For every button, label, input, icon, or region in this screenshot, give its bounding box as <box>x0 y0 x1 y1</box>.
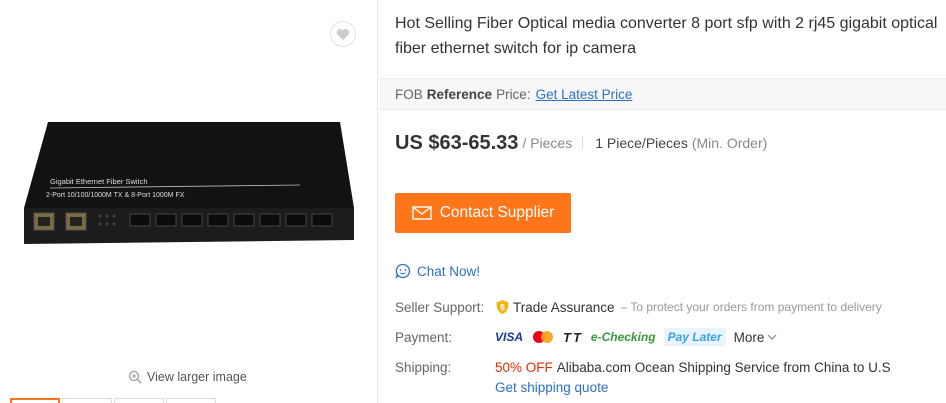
thumbnail[interactable] <box>62 398 112 403</box>
pay-later-icon: Pay Later <box>663 328 726 346</box>
visa-icon: VISA <box>495 330 524 344</box>
fob-label: FOB <box>395 86 423 102</box>
min-order-value: 1 Piece/Pieces <box>595 135 688 151</box>
reference-label: Reference <box>426 86 493 102</box>
e-checking-icon: e-Checking <box>590 330 656 344</box>
reference-price-bar: FOB Reference Price: Get Latest Price <box>379 78 946 110</box>
payment-label: Payment: <box>395 329 453 345</box>
more-label: More <box>733 329 765 345</box>
trade-assurance-label[interactable]: Trade Assurance <box>513 300 615 315</box>
price-value: US $63-65.33 <box>395 131 519 154</box>
heart-icon <box>336 28 350 40</box>
shipping-label: Shipping: <box>395 359 452 375</box>
trade-assurance-note: – To protect your orders from payment to… <box>620 300 882 314</box>
chevron-down-icon <box>767 334 777 340</box>
discount-badge: 50% OFF <box>495 359 553 375</box>
price-row: US $63-65.33 / Pieces 1 Piece/Pieces (Mi… <box>395 128 767 158</box>
image-label-line2: 2-Port 10/100/1000M TX & 8-Port 1000M FX <box>46 192 185 199</box>
price-unit: / Pieces <box>522 135 573 151</box>
min-order-note: (Min. Order) <box>691 135 768 151</box>
thumbnail[interactable] <box>114 398 164 403</box>
tt-icon: TT <box>563 329 583 345</box>
more-payment-button[interactable]: More <box>734 330 779 345</box>
thumbnail-strip <box>10 398 216 403</box>
chat-now-link[interactable]: Chat Now! <box>395 261 480 281</box>
product-page: Gigabit Ethernet Fiber Switch 2-Port 10/… <box>0 0 946 403</box>
trade-assurance-icon: $ <box>496 300 509 314</box>
view-larger-label: View larger image <box>147 370 247 384</box>
product-image[interactable]: Gigabit Ethernet Fiber Switch 2-Port 10/… <box>20 118 360 248</box>
image-gallery: Gigabit Ethernet Fiber Switch 2-Port 10/… <box>0 0 378 403</box>
chat-icon <box>395 263 411 279</box>
mastercard-icon <box>531 328 555 346</box>
contact-supplier-label: Contact Supplier <box>439 204 555 221</box>
shipping-row: Shipping: 50% OFF Alibaba.com Ocean Ship… <box>395 357 891 377</box>
envelope-icon <box>412 206 432 220</box>
contact-supplier-button[interactable]: Contact Supplier <box>395 193 571 233</box>
image-label-line1: Gigabit Ethernet Fiber Switch <box>50 177 148 186</box>
svg-text:$: $ <box>500 303 505 312</box>
thumbnail[interactable] <box>166 398 216 403</box>
shipping-service-text: Alibaba.com Ocean Shipping Service from … <box>556 359 891 375</box>
price-label: Price: <box>496 86 531 102</box>
zoom-icon <box>128 370 142 384</box>
thumbnail[interactable] <box>10 398 60 403</box>
product-title: Hot Selling Fiber Optical media converte… <box>395 15 938 57</box>
favorite-button[interactable] <box>330 21 356 47</box>
seller-support-row: Seller Support: $ Trade Assurance – To p… <box>395 297 882 317</box>
view-larger-link[interactable]: View larger image <box>128 368 247 386</box>
get-shipping-quote-link[interactable]: Get shipping quote <box>495 380 608 395</box>
payment-row: Payment: VISA TT e-Checking Pay Later Mo… <box>395 327 778 347</box>
chat-now-label: Chat Now! <box>417 263 481 279</box>
divider <box>582 136 584 150</box>
product-details: Hot Selling Fiber Optical media converte… <box>379 0 946 403</box>
get-latest-price-link[interactable]: Get Latest Price <box>536 87 633 102</box>
seller-support-label: Seller Support: <box>395 299 485 315</box>
